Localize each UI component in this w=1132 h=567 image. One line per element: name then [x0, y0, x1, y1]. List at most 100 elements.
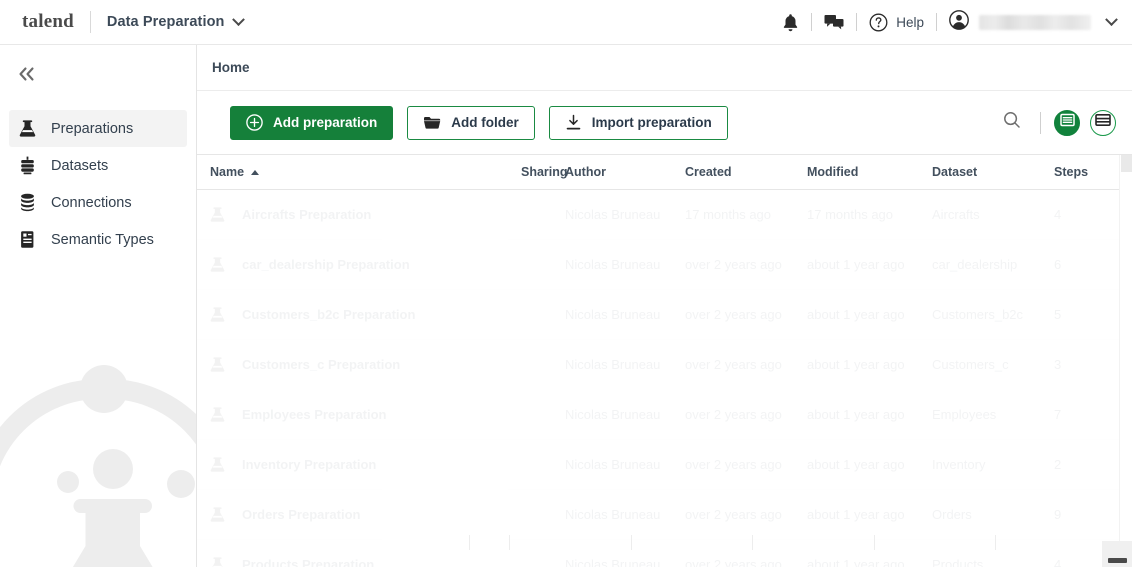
- toolbar-right-actions: [997, 108, 1116, 138]
- cell-name: Products Preparation: [210, 556, 521, 567]
- user-menu[interactable]: [949, 9, 1120, 35]
- breadcrumb: Home: [197, 45, 1132, 91]
- column-header-label: Name: [210, 165, 245, 179]
- table-row[interactable]: Orders Preparation Nicolas Bruneau over 2 …: [197, 490, 1132, 540]
- flask-icon: [210, 356, 232, 373]
- table-row[interactable]: Customers_b2c Preparation Nicolas Bruneau…: [197, 290, 1132, 340]
- flask-icon: [210, 456, 232, 473]
- cell-modified: about 1 year ago: [807, 307, 905, 322]
- toolbar-divider: [1040, 111, 1041, 134]
- user-avatar-icon: [949, 9, 969, 35]
- preparation-name-label: Products Preparation: [242, 557, 375, 567]
- cell-dataset: Orders: [932, 507, 972, 522]
- vertical-scrollbar[interactable]: [1119, 155, 1132, 553]
- cell-dataset: Customers_b2c: [932, 307, 1024, 322]
- cell-author: Nicolas Bruneau: [565, 307, 661, 322]
- add-preparation-button[interactable]: Add preparation: [230, 105, 394, 140]
- cell-name: Employees Preparation: [210, 406, 521, 423]
- table-row[interactable]: car_dealership Preparation Nicolas Brunea…: [197, 240, 1132, 290]
- preparation-name-label: car_dealership Preparation: [242, 257, 410, 272]
- search-icon: [1003, 111, 1021, 134]
- resize-handle[interactable]: [1108, 558, 1127, 563]
- cell-dataset: Inventory: [932, 457, 986, 472]
- chevrons-left-icon: [18, 66, 35, 86]
- table-row[interactable]: Products Preparation Nicolas Bruneau over …: [197, 540, 1132, 567]
- top-navigation-bar: talend Data Preparation Help: [0, 0, 1132, 45]
- add-folder-label: Add folder: [451, 115, 519, 130]
- column-header-modified[interactable]: Modified: [807, 165, 932, 179]
- column-header-name[interactable]: Name: [210, 165, 521, 179]
- app-name-label: Data Preparation: [106, 14, 225, 30]
- sidebar-item-preparations[interactable]: Preparations: [9, 110, 187, 147]
- column-header-sharing[interactable]: Sharing: [521, 165, 568, 179]
- cell-author: Nicolas Bruneau: [565, 357, 661, 372]
- preparation-name-label: Orders Preparation: [242, 507, 361, 522]
- table-view-button[interactable]: [1090, 109, 1116, 136]
- sidebar-item-semantic-types[interactable]: Semantic Types: [9, 221, 187, 258]
- preparations-table: Name Sharing Author Created Modified Dat…: [197, 155, 1132, 567]
- flask-icon: [210, 556, 232, 567]
- cell-steps: 2: [1054, 457, 1062, 472]
- preparation-name-label: Aircrafts Preparation: [242, 207, 372, 222]
- column-header-dataset[interactable]: Dataset: [932, 165, 1054, 179]
- folder-icon: [423, 115, 441, 130]
- cell-modified: about 1 year ago: [807, 257, 905, 272]
- cell-name: Inventory Preparation: [210, 456, 521, 473]
- cell-author: Nicolas Bruneau: [565, 457, 661, 472]
- cell-created: over 2 years ago: [685, 557, 782, 567]
- sidebar-item-label: Connections: [51, 194, 132, 211]
- book-list-icon: [19, 230, 45, 249]
- sidebar-item-connections[interactable]: Connections: [9, 184, 187, 221]
- sidebar-item-label: Semantic Types: [51, 231, 154, 248]
- sidebar-collapse-button[interactable]: [4, 54, 48, 98]
- download-icon: [565, 114, 582, 131]
- plus-circle-icon: [246, 114, 263, 131]
- preparation-name-label: Inventory Preparation: [242, 457, 377, 472]
- topbar-divider: [856, 13, 858, 31]
- column-header-created[interactable]: Created: [685, 165, 807, 179]
- column-header-author[interactable]: Author: [565, 165, 685, 179]
- list-view-button[interactable]: [1054, 109, 1080, 136]
- cell-steps: 5: [1054, 307, 1062, 322]
- caret-up-icon: [251, 169, 260, 175]
- topbar-divider: [936, 13, 937, 31]
- search-button[interactable]: [997, 108, 1027, 138]
- import-preparation-button[interactable]: Import preparation: [548, 105, 728, 140]
- breadcrumb-item-home[interactable]: Home: [212, 60, 250, 75]
- help-label: Help: [896, 14, 924, 30]
- database-stack-icon: [19, 193, 45, 212]
- cell-name: Orders Preparation: [210, 506, 521, 523]
- cell-modified: about 1 year ago: [807, 457, 905, 472]
- cell-dataset: Aircrafts: [932, 207, 980, 222]
- app-switcher[interactable]: Data Preparation: [106, 12, 245, 30]
- cell-modified: about 1 year ago: [807, 407, 905, 422]
- cell-steps: 9: [1054, 507, 1062, 522]
- table-row[interactable]: Inventory Preparation Nicolas Bruneau over…: [197, 440, 1132, 490]
- table-body: Aircrafts Preparation Nicolas Bruneau 17 m…: [197, 190, 1132, 567]
- flask-icon: [210, 506, 232, 523]
- sidebar-item-datasets[interactable]: Datasets: [9, 147, 187, 184]
- cell-modified: 17 months ago: [807, 207, 894, 222]
- table-row[interactable]: Customers_c Preparation Nicolas Bruneau ov…: [197, 340, 1132, 390]
- help-button[interactable]: Help: [869, 13, 924, 32]
- cell-modified: about 1 year ago: [807, 357, 905, 372]
- table-row[interactable]: Aircrafts Preparation Nicolas Bruneau 17 m…: [197, 190, 1132, 240]
- cell-author: Nicolas Bruneau: [565, 507, 661, 522]
- talend-logo[interactable]: talend: [22, 11, 74, 33]
- content-toolbar: Add preparation Add folder Import prepar…: [197, 91, 1132, 155]
- cell-created: over 2 years ago: [685, 507, 782, 522]
- application-window: talend Data Preparation Help Preparation…: [0, 0, 1132, 567]
- cell-name: Aircrafts Preparation: [210, 206, 521, 223]
- column-header-steps[interactable]: Steps: [1054, 165, 1114, 179]
- chevron-down-icon: [1105, 12, 1118, 26]
- table-row[interactable]: Employees Preparation Nicolas Bruneau over…: [197, 390, 1132, 440]
- add-folder-button[interactable]: Add folder: [407, 105, 535, 140]
- notifications-bell-icon[interactable]: [782, 13, 799, 32]
- chat-bubbles-icon[interactable]: [824, 13, 844, 31]
- user-name-redacted: [979, 14, 1091, 30]
- cell-modified: about 1 year ago: [807, 507, 905, 522]
- scrollbar-thumb[interactable]: [1121, 155, 1132, 172]
- cell-name: car_dealership Preparation: [210, 256, 521, 273]
- cell-dataset: Employees: [932, 407, 997, 422]
- cell-name: Customers_c Preparation: [210, 356, 521, 373]
